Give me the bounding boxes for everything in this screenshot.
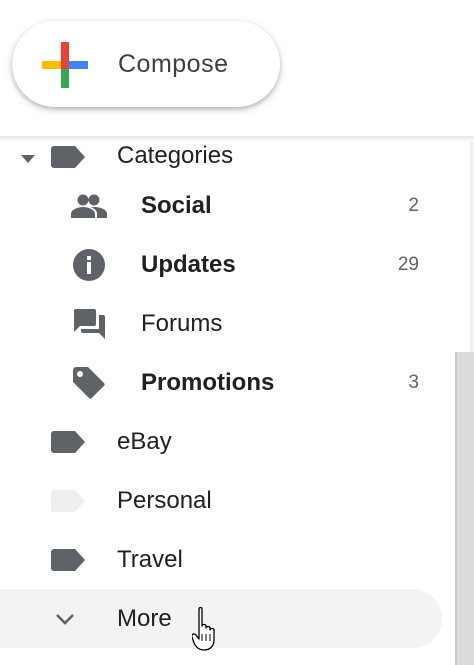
- sidebar-item-label: Categories: [117, 142, 234, 169]
- compose-plus-icon: [42, 42, 88, 88]
- scrollbar-thumb[interactable]: [455, 352, 474, 665]
- compose-area-shadow: [0, 136, 474, 142]
- folder-list: Categories Social 2 Updates 29 Forums Pr…: [0, 136, 455, 648]
- label-icon: [51, 146, 85, 168]
- info-icon: [73, 248, 105, 281]
- sidebar-item-label: Forums: [141, 309, 223, 337]
- compose-label: Compose: [118, 50, 229, 78]
- sidebar-item-categories[interactable]: Categories: [0, 136, 455, 176]
- caret-down-icon[interactable]: [20, 154, 36, 164]
- sidebar-item-label: Personal: [117, 486, 212, 514]
- label-icon: [51, 548, 85, 571]
- compose-button[interactable]: Compose: [12, 21, 280, 107]
- tag-icon: [73, 366, 105, 399]
- scrollbar-gutter: [470, 142, 474, 352]
- unread-count: 3: [408, 371, 419, 393]
- compose-area: Compose: [0, 0, 474, 136]
- unread-count: 29: [397, 253, 419, 275]
- chevron-down-icon: [56, 613, 74, 625]
- sidebar-item-travel[interactable]: Travel: [0, 530, 455, 589]
- sidebar-item-label: Promotions: [141, 368, 275, 396]
- sidebar-item-ebay[interactable]: eBay: [0, 412, 455, 471]
- unread-count: 2: [408, 194, 419, 216]
- gmail-sidebar: Compose Categories Social 2 Updates 29 F…: [0, 0, 474, 665]
- sidebar-item-label: eBay: [117, 427, 172, 455]
- label-icon: [51, 489, 85, 512]
- forum-icon: [74, 308, 105, 339]
- sidebar-item-forums[interactable]: Forums: [0, 294, 455, 353]
- sidebar-item-label: Updates: [141, 250, 236, 278]
- sidebar-item-label: Social: [141, 191, 212, 219]
- sidebar-item-updates[interactable]: Updates 29: [0, 235, 455, 294]
- sidebar-item-more[interactable]: More: [0, 589, 442, 648]
- sidebar-item-label: Travel: [117, 545, 183, 573]
- sidebar-item-promotions[interactable]: Promotions 3: [0, 353, 455, 412]
- sidebar-item-social[interactable]: Social 2: [0, 176, 455, 235]
- people-icon: [71, 194, 107, 218]
- sidebar-item-personal[interactable]: Personal: [0, 471, 455, 530]
- sidebar-item-label: More: [117, 604, 172, 632]
- label-icon: [51, 430, 85, 453]
